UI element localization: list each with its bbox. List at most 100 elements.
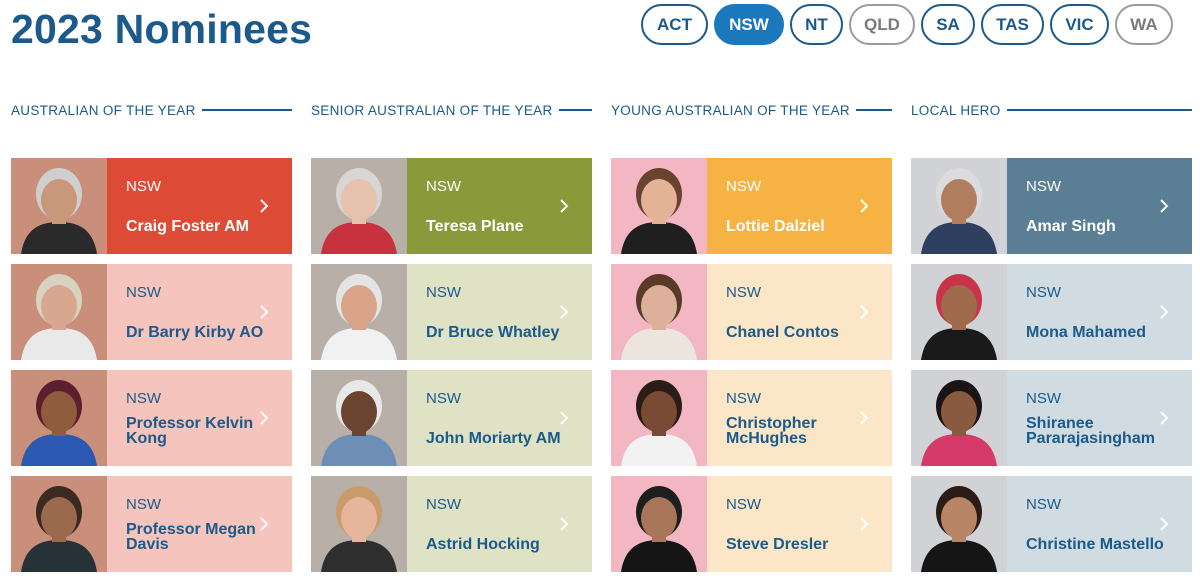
nominee-state: NSW [1026, 178, 1061, 195]
nominee-photo [11, 476, 107, 572]
nominee-state: NSW [1026, 284, 1061, 301]
chevron-right-icon [1160, 199, 1169, 213]
nominee-state: NSW [126, 496, 161, 513]
nominee-card[interactable]: NSW Astrid Hocking [311, 476, 592, 572]
nominee-card[interactable]: NSW Dr Bruce Whatley [311, 264, 592, 360]
state-filter-label: TAS [996, 14, 1029, 34]
nominee-card[interactable]: NSW Craig Foster AM [11, 158, 292, 254]
state-filter-wa[interactable]: WA [1115, 4, 1173, 45]
nominee-state: NSW [426, 390, 461, 407]
nominee-state: NSW [1026, 496, 1061, 513]
nominee-info: NSW Astrid Hocking [407, 476, 592, 572]
heading-divider [201, 109, 292, 111]
state-filter-label: ACT [657, 14, 692, 34]
nominee-photo [911, 370, 1007, 466]
nominee-photo [311, 158, 407, 254]
heading-divider [1006, 109, 1192, 111]
state-filter-sa[interactable]: SA [921, 4, 975, 45]
nominee-state: NSW [726, 496, 761, 513]
nominee-card[interactable]: NSW Lottie Dalziel [611, 158, 892, 254]
chevron-right-icon [560, 305, 569, 319]
nominee-photo [611, 264, 707, 360]
award-category-label: YOUNG AUSTRALIAN OF THE YEAR [611, 102, 850, 118]
nominee-info: NSW Dr Barry Kirby AO [107, 264, 292, 360]
nominee-photo [11, 264, 107, 360]
chevron-right-icon [1160, 305, 1169, 319]
state-filter-label: NT [805, 14, 828, 34]
award-column: AUSTRALIAN OF THE YEAR NSW Craig Foster AM… [11, 100, 292, 572]
award-category-heading: YOUNG AUSTRALIAN OF THE YEAR [611, 100, 892, 120]
nominee-name: Amar Singh [1026, 218, 1116, 235]
chevron-right-icon [860, 305, 869, 319]
award-category-label: AUSTRALIAN OF THE YEAR [11, 102, 196, 118]
chevron-right-icon [860, 517, 869, 531]
chevron-right-icon [260, 199, 269, 213]
nominee-card[interactable]: NSW Steve Dresler [611, 476, 892, 572]
nominee-name: Professor Kelvin Kong [126, 415, 254, 447]
nominee-info: NSW Shiranee Pararajasingham [1007, 370, 1192, 466]
nominee-state: NSW [126, 284, 161, 301]
nominee-photo [911, 476, 1007, 572]
nominee-info: NSW Amar Singh [1007, 158, 1192, 254]
nominee-photo [11, 158, 107, 254]
state-filter-label: WA [1130, 14, 1158, 34]
award-column: SENIOR AUSTRALIAN OF THE YEAR NSW Teresa P… [311, 100, 592, 572]
nominee-info: NSW Teresa Plane [407, 158, 592, 254]
nominee-card[interactable]: NSW Dr Barry Kirby AO [11, 264, 292, 360]
chevron-right-icon [1160, 517, 1169, 531]
nominee-info: NSW Christine Mastello [1007, 476, 1192, 572]
nominee-card[interactable]: NSW Professor Megan Davis [11, 476, 292, 572]
state-filter-vic[interactable]: VIC [1050, 4, 1109, 45]
award-column: LOCAL HERO NSW Amar Singh NSW Mona Mahamed NS… [911, 100, 1192, 572]
nominee-info: NSW Professor Megan Davis [107, 476, 292, 572]
state-filter-nt[interactable]: NT [790, 4, 843, 45]
chevron-right-icon [560, 199, 569, 213]
nominee-card[interactable]: NSW Christine Mastello [911, 476, 1192, 572]
nominee-name: Professor Megan Davis [126, 521, 256, 553]
nominee-card[interactable]: NSW Mona Mahamed [911, 264, 1192, 360]
award-category-heading: LOCAL HERO [911, 100, 1192, 120]
state-filter-label: VIC [1065, 14, 1094, 34]
nominee-card[interactable]: NSW Shiranee Pararajasingham [911, 370, 1192, 466]
chevron-right-icon [860, 199, 869, 213]
nominee-photo [11, 370, 107, 466]
nominee-card[interactable]: NSW Amar Singh [911, 158, 1192, 254]
nominee-info: NSW Professor Kelvin Kong [107, 370, 292, 466]
nominee-card[interactable]: NSW Christopher McHughes [611, 370, 892, 466]
nominee-name: Dr Barry Kirby AO [126, 324, 264, 341]
nominee-name: John Moriarty AM [426, 430, 561, 447]
nominee-name: Mona Mahamed [1026, 324, 1147, 341]
nominee-name: Steve Dresler [726, 536, 829, 553]
nominee-state: NSW [126, 178, 161, 195]
state-filter-bar: ACT NSW NT QLD SA TAS VIC WA [641, 4, 1173, 45]
state-filter-label: SA [936, 14, 960, 34]
state-filter-act[interactable]: ACT [641, 4, 708, 45]
award-category-heading: SENIOR AUSTRALIAN OF THE YEAR [311, 100, 592, 120]
nominee-name: Shiranee Pararajasingham [1026, 415, 1155, 447]
nominee-photo [311, 264, 407, 360]
nominee-name: Teresa Plane [426, 218, 524, 235]
nominee-info: NSW Craig Foster AM [107, 158, 292, 254]
nominee-photo [911, 158, 1007, 254]
nominee-card[interactable]: NSW Chanel Contos [611, 264, 892, 360]
award-category-label: LOCAL HERO [911, 102, 1001, 118]
chevron-right-icon [560, 517, 569, 531]
nominee-state: NSW [426, 178, 461, 195]
nominee-name: Astrid Hocking [426, 536, 540, 553]
nominee-photo [311, 476, 407, 572]
nominee-card[interactable]: NSW John Moriarty AM [311, 370, 592, 466]
nominee-photo [611, 158, 707, 254]
chevron-right-icon [260, 411, 269, 425]
state-filter-qld[interactable]: QLD [849, 4, 915, 45]
state-filter-tas[interactable]: TAS [981, 4, 1044, 45]
nominee-card[interactable]: NSW Professor Kelvin Kong [11, 370, 292, 466]
nominee-state: NSW [726, 284, 761, 301]
nominee-photo [611, 476, 707, 572]
nominee-info: NSW Mona Mahamed [1007, 264, 1192, 360]
nominee-photo [311, 370, 407, 466]
nominee-card[interactable]: NSW Teresa Plane [311, 158, 592, 254]
nominee-name: Dr Bruce Whatley [426, 324, 560, 341]
state-filter-nsw[interactable]: NSW [714, 4, 784, 45]
chevron-right-icon [1160, 411, 1169, 425]
heading-divider [558, 109, 592, 111]
